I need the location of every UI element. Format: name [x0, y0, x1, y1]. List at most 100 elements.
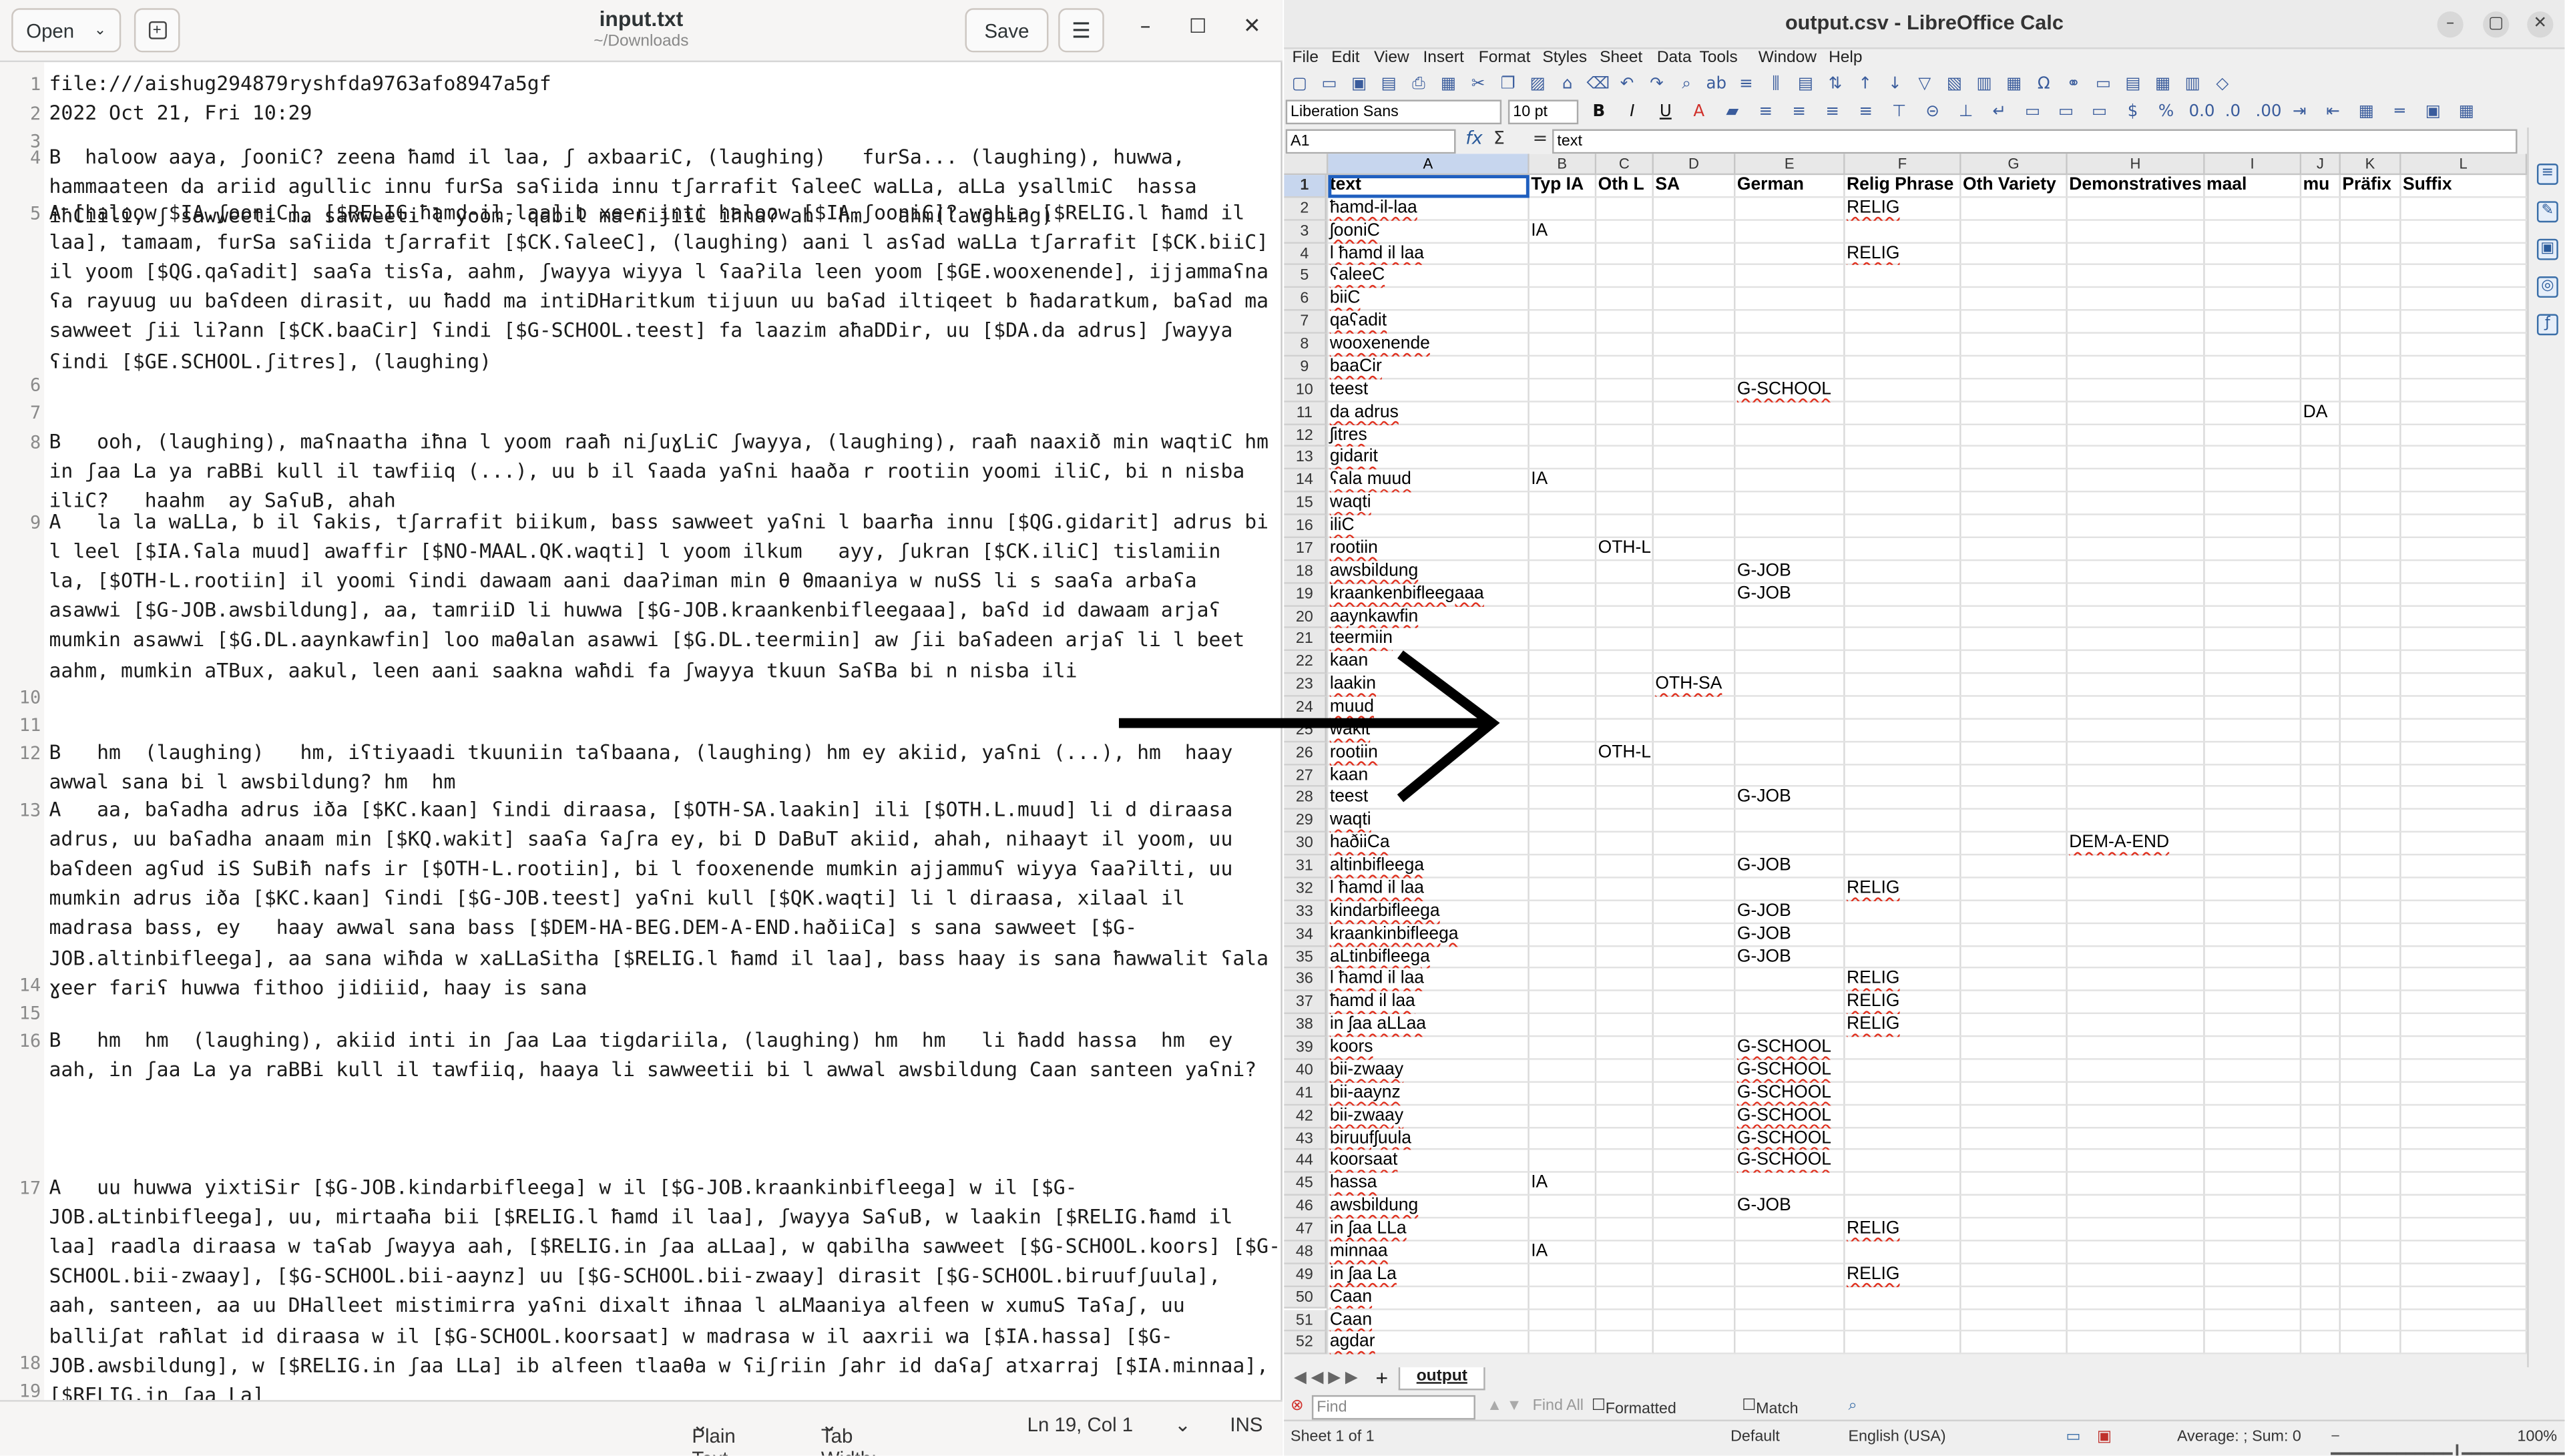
cut-icon[interactable]: ✂: [1467, 73, 1489, 95]
link-icon[interactable]: ⚭: [2063, 73, 2084, 95]
border-color-icon[interactable]: ▣: [2422, 101, 2443, 123]
menu-sheet[interactable]: Sheet: [1600, 49, 1642, 67]
cell[interactable]: bii-zwaay: [1328, 1059, 1655, 1082]
header-cell[interactable]: mu: [2301, 175, 2341, 198]
redo-icon[interactable]: ↷: [1646, 73, 1668, 95]
cell[interactable]: G-SCHOOL: [1735, 1105, 1910, 1128]
cell[interactable]: teest: [1328, 788, 1655, 810]
zoom-level[interactable]: 100%: [2518, 1428, 2558, 1446]
column-header[interactable]: A: [1328, 154, 1530, 176]
tab-width-selector[interactable]: Tab Width: 8 ⌄: [821, 1413, 877, 1456]
function-wizard-icon[interactable]: fx: [1465, 128, 1482, 149]
column-header[interactable]: K: [2340, 154, 2401, 176]
menu-edit[interactable]: Edit: [1331, 49, 1359, 67]
cell[interactable]: in ʃaa aLLaa: [1328, 1014, 1655, 1037]
cell[interactable]: G-JOB: [1735, 561, 1910, 583]
cell[interactable]: aaynkawfin: [1328, 606, 1655, 629]
find-input[interactable]: Find: [1311, 1395, 1475, 1420]
header-cell[interactable]: Demonstratives: [2068, 175, 2205, 198]
row-header[interactable]: 45: [1284, 1173, 1327, 1196]
cell[interactable]: kindarbifleega: [1328, 901, 1655, 924]
cell[interactable]: OTH-SA: [1654, 674, 1801, 697]
cell[interactable]: DEM-A-END: [2068, 833, 2271, 856]
maximize-button[interactable]: ▢: [2483, 11, 2510, 38]
align-left-icon[interactable]: ≡: [1755, 101, 1777, 123]
cell[interactable]: IA: [1530, 1173, 1662, 1196]
cell[interactable]: G-SCHOOL: [1735, 1059, 1910, 1082]
formula-input[interactable]: text: [1552, 129, 2518, 154]
filter-icon[interactable]: ▽: [1914, 73, 1935, 95]
row-header[interactable]: 12: [1284, 424, 1327, 447]
row-header[interactable]: 11: [1284, 401, 1327, 425]
chevron-down-icon[interactable]: ⌄: [1174, 1413, 1191, 1436]
row-header[interactable]: 27: [1284, 764, 1327, 788]
cell[interactable]: IA: [1530, 470, 1662, 493]
cell[interactable]: RELIG: [1845, 991, 2027, 1014]
cell[interactable]: l ħamd il laa: [1328, 969, 1655, 991]
cell[interactable]: l ħamd il laa: [1328, 243, 1655, 266]
cell[interactable]: RELIG: [1845, 879, 2027, 901]
column-header[interactable]: C: [1596, 154, 1654, 176]
cell[interactable]: agdar: [1328, 1332, 1655, 1354]
row-header[interactable]: 8: [1284, 333, 1327, 356]
styles-icon[interactable]: ✎: [2536, 201, 2558, 223]
align-center-icon[interactable]: ≡: [1789, 101, 1810, 123]
row-header[interactable]: 20: [1284, 605, 1327, 629]
row-header[interactable]: 40: [1284, 1059, 1327, 1083]
header-cell[interactable]: Typ IA: [1530, 175, 1596, 198]
find-all-button[interactable]: Find All: [1533, 1397, 1584, 1415]
close-button[interactable]: ✕: [2527, 11, 2554, 38]
row-header[interactable]: 36: [1284, 969, 1327, 992]
column-header[interactable]: E: [1735, 154, 1845, 176]
percent-icon[interactable]: %: [2156, 101, 2177, 123]
row-header[interactable]: 39: [1284, 1037, 1327, 1060]
clone-icon[interactable]: ⌂: [1557, 73, 1578, 95]
cell[interactable]: G-SCHOOL: [1735, 1082, 1910, 1105]
row-header[interactable]: 10: [1284, 379, 1327, 402]
row-header[interactable]: 21: [1284, 628, 1327, 652]
preview-icon[interactable]: ▦: [1438, 73, 1459, 95]
cell[interactable]: da adrus: [1328, 402, 1655, 425]
split-icon[interactable]: ▥: [2182, 73, 2203, 95]
cell[interactable]: biiC: [1328, 288, 1655, 311]
row-header[interactable]: 44: [1284, 1150, 1327, 1174]
row-header[interactable]: 6: [1284, 288, 1327, 311]
cell[interactable]: RELIG: [1845, 1218, 2027, 1241]
row-header[interactable]: 9: [1284, 356, 1327, 379]
header-cell[interactable]: German: [1735, 175, 1845, 198]
row-header[interactable]: 37: [1284, 991, 1327, 1015]
cell[interactable]: G-JOB: [1735, 856, 1910, 879]
text-editor-area[interactable]: file:///aishug294879ryshfda9763afo8947a5…: [0, 62, 1282, 1400]
row-header[interactable]: 3: [1284, 220, 1327, 244]
row-header[interactable]: 4: [1284, 243, 1327, 266]
cell[interactable]: RELIG: [1845, 198, 2027, 220]
spreadsheet-grid[interactable]: A B C D E F G H I J K L 1 text Typ IA Oth L SA German Reli…: [1284, 154, 2528, 1355]
indent-icon[interactable]: ⇥: [2289, 101, 2311, 123]
special-char-icon[interactable]: Ω: [2033, 73, 2054, 95]
outdent-icon[interactable]: ⇤: [2323, 101, 2344, 123]
cell[interactable]: G-JOB: [1735, 947, 1910, 969]
row-header[interactable]: 29: [1284, 810, 1327, 833]
row-header[interactable]: 24: [1284, 696, 1327, 720]
merge-center-icon[interactable]: ▭: [2056, 101, 2077, 123]
font-name-box[interactable]: Liberation Sans: [1285, 99, 1502, 125]
language-selector[interactable]: Plain Text ⌄: [692, 1413, 735, 1456]
undo-icon[interactable]: ↶: [1616, 73, 1638, 95]
row-header[interactable]: 26: [1284, 742, 1327, 765]
row-header[interactable]: 34: [1284, 923, 1327, 947]
sort-asc-icon[interactable]: ↑: [1855, 73, 1876, 95]
column-header[interactable]: J: [2301, 154, 2341, 176]
cell[interactable]: teest: [1328, 379, 1655, 402]
minimize-button[interactable]: –: [2437, 11, 2464, 38]
row-header[interactable]: 25: [1284, 719, 1327, 742]
export-icon[interactable]: ▤: [1378, 73, 1399, 95]
cell[interactable]: G-JOB: [1735, 901, 1910, 924]
cell[interactable]: waqti: [1328, 810, 1655, 833]
row-header[interactable]: 30: [1284, 832, 1327, 856]
cell[interactable]: OTH-L: [1596, 742, 1719, 765]
sort-icon[interactable]: ⇅: [1825, 73, 1846, 95]
new-tab-button[interactable]: +: [134, 8, 180, 53]
column-header[interactable]: H: [2067, 154, 2205, 176]
selection-mode-icon[interactable]: ▭: [2066, 1428, 2080, 1446]
align-right-icon[interactable]: ≡: [1822, 101, 1843, 123]
